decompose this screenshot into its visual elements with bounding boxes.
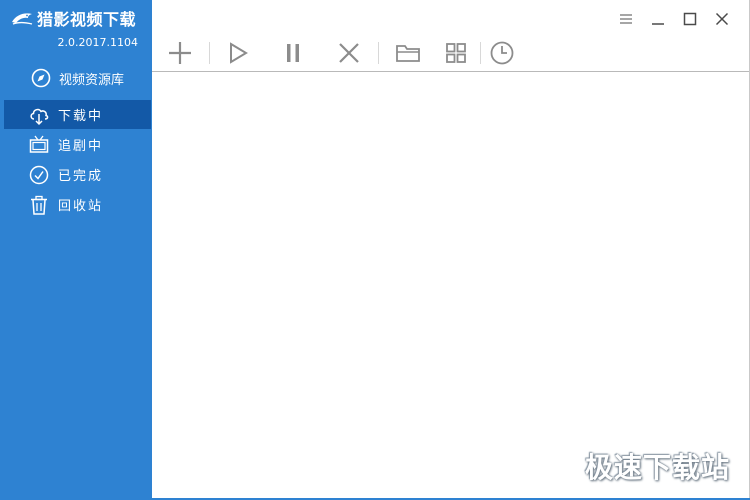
sidebar-item-recycle-bin[interactable]: 回收站 xyxy=(4,190,151,219)
app-title: 猎影视频下载 xyxy=(37,10,137,29)
sidebar-item-label: 视频资源库 xyxy=(59,72,125,88)
minimize-icon xyxy=(652,23,664,25)
sidebar: 猎影视频下载 2.0.2017.1104 视频资源库 下载中 追剧中 已完成 回… xyxy=(0,0,152,500)
sidebar-item-video-library[interactable]: 视频资源库 xyxy=(30,66,150,90)
minimize-button[interactable] xyxy=(642,9,674,29)
main-panel: 极速下载站 xyxy=(152,0,750,500)
grid-view-button[interactable] xyxy=(441,38,471,68)
sidebar-item-label: 已完成 xyxy=(58,169,104,184)
close-window-icon xyxy=(715,12,729,26)
start-button[interactable] xyxy=(223,38,253,68)
sidebar-item-label: 回收站 xyxy=(58,199,104,214)
close-icon xyxy=(339,43,359,63)
sidebar-item-downloading[interactable]: 下载中 xyxy=(4,100,151,129)
tv-icon xyxy=(29,135,49,153)
schedule-button[interactable] xyxy=(487,38,517,68)
plus-icon xyxy=(169,42,191,64)
maximize-icon xyxy=(683,12,697,26)
delete-button[interactable] xyxy=(334,38,364,68)
menu-button[interactable] xyxy=(610,9,642,29)
sidebar-item-following[interactable]: 追剧中 xyxy=(4,130,151,159)
grid-icon xyxy=(446,43,466,63)
clock-icon xyxy=(490,41,514,65)
dolphin-logo-icon xyxy=(12,13,33,25)
maximize-button[interactable] xyxy=(674,9,706,29)
pause-icon xyxy=(287,44,299,62)
window-controls xyxy=(610,9,738,29)
folder-icon xyxy=(396,45,420,62)
check-circle-icon xyxy=(29,165,49,184)
trash-icon xyxy=(31,195,47,215)
compass-icon xyxy=(31,68,51,88)
pause-button[interactable] xyxy=(278,38,308,68)
brand-header: 猎影视频下载 2.0.2017.1104 xyxy=(0,0,152,60)
menu-icon xyxy=(620,14,632,24)
add-task-button[interactable] xyxy=(165,38,195,68)
close-window-button[interactable] xyxy=(706,9,738,29)
toolbar-separator xyxy=(209,42,210,64)
open-folder-button[interactable] xyxy=(393,38,423,68)
sidebar-item-label: 下载中 xyxy=(58,109,104,124)
play-icon xyxy=(230,42,248,64)
cloud-download-icon xyxy=(30,108,49,125)
sidebar-item-completed[interactable]: 已完成 xyxy=(4,160,151,189)
toolbar xyxy=(152,34,750,70)
watermark-text: 极速下载站 xyxy=(584,451,730,484)
sidebar-item-label: 追剧中 xyxy=(58,139,104,154)
download-list-area[interactable] xyxy=(152,72,750,500)
toolbar-separator xyxy=(378,42,379,64)
toolbar-separator xyxy=(480,42,481,64)
app-version: 2.0.2017.1104 xyxy=(57,36,138,49)
